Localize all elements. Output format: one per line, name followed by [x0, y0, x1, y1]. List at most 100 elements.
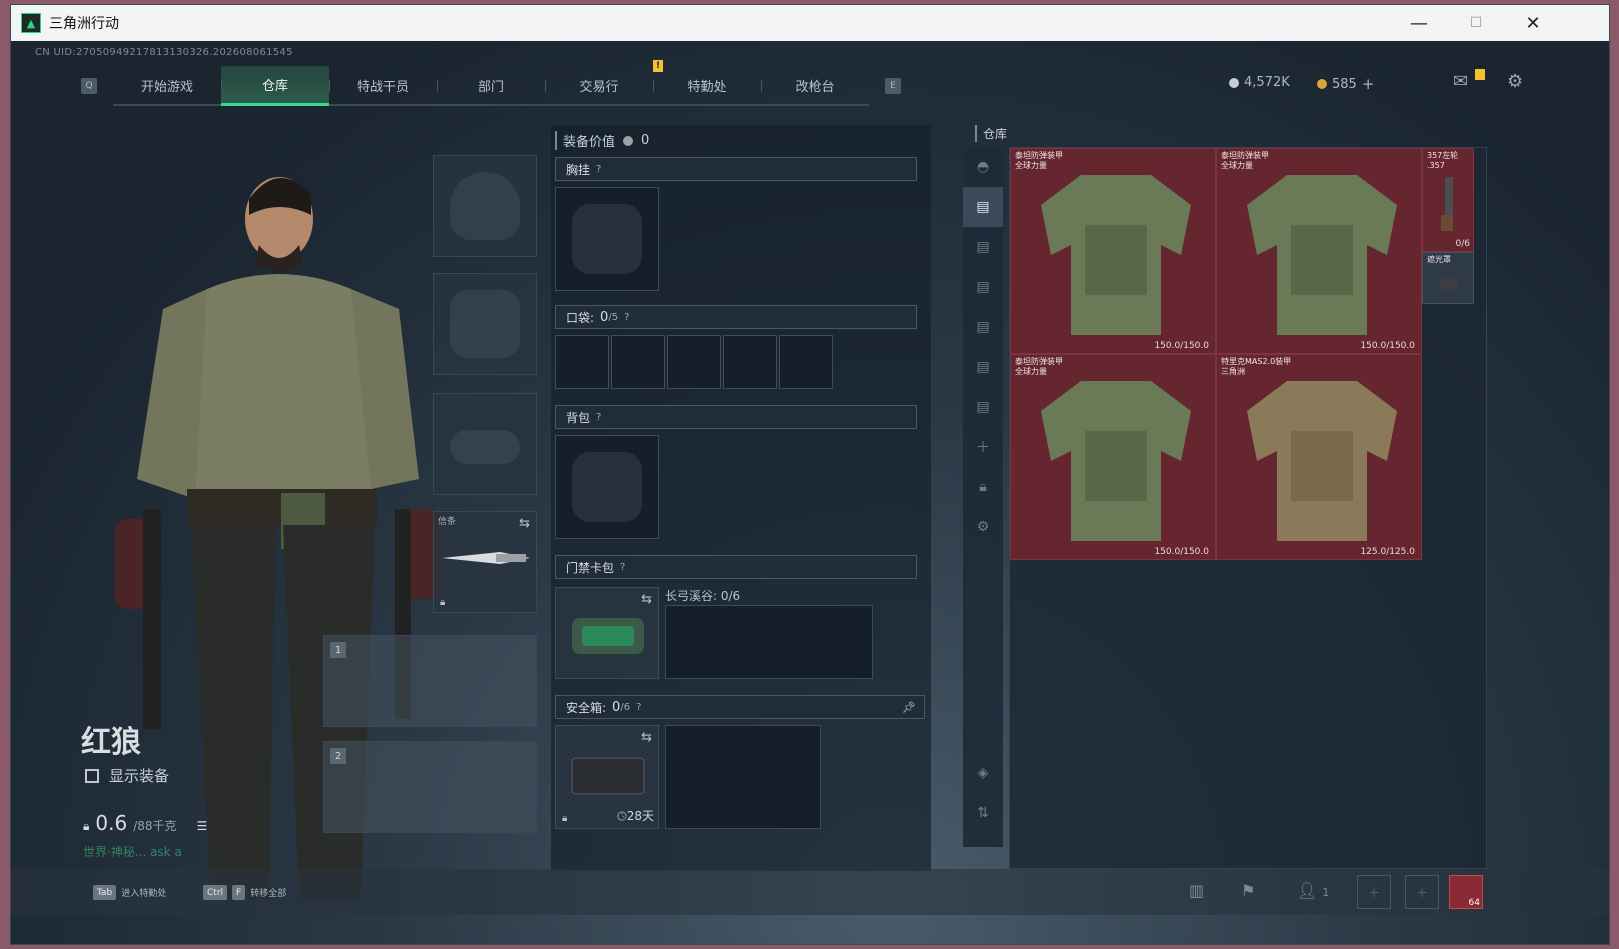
primary-weapon-slot[interactable]: 1: [323, 635, 537, 727]
squad-count: 1: [1322, 886, 1330, 899]
silver-coin-icon: [1229, 77, 1239, 88]
pocket-slot[interactable]: [723, 335, 777, 389]
add-teammate-button[interactable]: ＋: [1357, 875, 1391, 909]
keycard-grid[interactable]: [665, 605, 873, 679]
tab-warehouse[interactable]: 仓库: [221, 66, 329, 106]
show-equipment-label: 显示装备: [109, 767, 170, 785]
mail-badge: [1475, 69, 1485, 80]
chest-rig-help[interactable]: ?: [596, 164, 601, 175]
close-button[interactable]: ✕: [1504, 5, 1562, 41]
swap-icon[interactable]: ⇆: [641, 592, 652, 607]
pockets-count: 0: [600, 309, 609, 325]
mail-icon[interactable]: ✉: [1453, 71, 1468, 92]
add-currency-button[interactable]: +: [1362, 75, 1375, 93]
tab-hint[interactable]: Tab 进入特勤处: [93, 885, 166, 900]
safebox-case[interactable]: ⇆ 🔒︎ 🕓︎28天: [555, 725, 659, 829]
add-storage-icon[interactable]: ＋: [963, 427, 1003, 467]
safebox-max: /6: [620, 701, 631, 713]
slot-number-1: 1: [330, 642, 346, 658]
bottom-bar: Tab 进入特勤处 Ctrl F 转移全部 ▥ ⚑ 👤︎ 1 ＋ ＋ 64: [11, 869, 1609, 915]
tab-operators[interactable]: 特战干员: [329, 66, 437, 104]
keycard-help[interactable]: ?: [620, 562, 625, 573]
pin-icon[interactable]: 📌︎: [902, 701, 916, 714]
storage-tab-icon[interactable]: ▤: [963, 387, 1003, 427]
gear-icon[interactable]: ⚙: [963, 507, 1003, 547]
warehouse-title: 仓库: [975, 125, 1007, 142]
keycard-case[interactable]: ⇆: [555, 587, 659, 679]
pistol-slot[interactable]: [433, 393, 537, 495]
operator-name: 红狼: [81, 725, 141, 760]
safebox-label: 安全箱:: [566, 700, 607, 715]
tab-special-ops[interactable]: 特勤处!: [653, 60, 761, 104]
muzzle-icon: [1439, 277, 1459, 291]
tab-start-game[interactable]: 开始游戏: [113, 66, 221, 104]
stats-chart-icon[interactable]: ▥: [1189, 881, 1204, 900]
add-teammate-button[interactable]: ＋: [1405, 875, 1439, 909]
tab-gunsmith[interactable]: 改枪台: [761, 66, 869, 104]
storage-tab-icon[interactable]: ▤: [963, 307, 1003, 347]
warehouse-panel: 仓库 ◓ ▤ ▤ ▤ ▤ ▤ ▤ ＋ 🔒︎ ⚙ ◈ ⇅ 泰坦防弹装甲 全球力量 …: [963, 125, 1495, 871]
list-icon[interactable]: ☰: [197, 819, 208, 833]
layers-icon[interactable]: ◈: [963, 753, 1003, 793]
warehouse-item[interactable]: 泰坦防弹装甲 全球力量 150.0/150.0: [1216, 148, 1422, 354]
secondary-weapon-slot[interactable]: 2: [323, 741, 537, 833]
storage-tab-icon[interactable]: ▤: [963, 227, 1003, 267]
player-avatar[interactable]: 64: [1449, 875, 1483, 909]
tab-trading[interactable]: 交易行: [545, 66, 653, 104]
armor-category-icon[interactable]: ▤: [963, 187, 1003, 227]
storage-tab-icon[interactable]: ▤: [963, 347, 1003, 387]
storage-tab-icon[interactable]: ▤: [963, 267, 1003, 307]
pockets-label: 口袋:: [566, 310, 595, 325]
pocket-slot[interactable]: [555, 335, 609, 389]
warehouse-item[interactable]: 357左轮 .357 0/6: [1422, 148, 1474, 252]
helmet-slot[interactable]: [433, 155, 537, 257]
armor-vest-icon: [1247, 175, 1397, 335]
warehouse-item[interactable]: 泰坦防弹装甲 全球力量 150.0/150.0: [1010, 148, 1216, 354]
chest-rig-placeholder-icon: [572, 204, 642, 274]
melee-slot[interactable]: 信条 ⇆ 🔒︎: [433, 511, 537, 613]
sort-icon[interactable]: ⇅: [963, 793, 1003, 833]
pocket-slot[interactable]: [667, 335, 721, 389]
minimize-button[interactable]: —: [1390, 5, 1448, 41]
keycard-header: 门禁卡包 ?: [555, 555, 917, 579]
backpack-slot[interactable]: [555, 435, 659, 539]
armor-vest-icon: [1041, 175, 1191, 335]
lock-icon[interactable]: 🔒︎: [963, 467, 1003, 507]
safebox-count: 0: [612, 699, 621, 715]
item-durability: 125.0/125.0: [1360, 547, 1415, 557]
weight-value: 0.6: [95, 811, 128, 835]
keycard-case-icon: [572, 618, 644, 654]
pocket-slot[interactable]: [779, 335, 833, 389]
nav-next-key[interactable]: E: [885, 78, 901, 94]
chest-rig-header: 胸挂 ?: [555, 157, 917, 181]
safebox-help[interactable]: ?: [636, 702, 641, 713]
nav-prev-key[interactable]: Q: [81, 78, 97, 94]
gold-currency: 585 +: [1317, 75, 1374, 93]
settings-gear-icon[interactable]: ⚙: [1507, 71, 1523, 92]
transfer-all-hint[interactable]: Ctrl F 转移全部: [203, 885, 286, 900]
window-title: 三角洲行动: [49, 16, 119, 32]
pocket-slot[interactable]: [611, 335, 665, 389]
swap-icon[interactable]: ⇆: [519, 516, 530, 531]
backpack-placeholder-icon: [572, 452, 642, 522]
warehouse-item[interactable]: 泰坦防弹装甲 全球力量 150.0/150.0: [1010, 354, 1216, 560]
helmet-category-icon[interactable]: ◓: [963, 147, 1003, 187]
safebox-grid[interactable]: [665, 725, 821, 829]
pockets-help[interactable]: ?: [624, 312, 629, 323]
backpack-help[interactable]: ?: [596, 412, 601, 423]
silver-currency: 4,572K: [1229, 75, 1290, 90]
show-equipment-checkbox[interactable]: [85, 768, 99, 783]
warehouse-item[interactable]: 遮光罩: [1422, 252, 1474, 304]
app-logo-icon: ▲: [21, 13, 41, 33]
armor-slot[interactable]: [433, 273, 537, 375]
squad-icon[interactable]: 👤︎ 1: [1297, 881, 1329, 900]
tab-special-ops-label: 特勤处: [687, 79, 727, 95]
maximize-button[interactable]: ☐: [1447, 5, 1505, 41]
swap-icon[interactable]: ⇆: [641, 730, 652, 745]
chest-rig-slot[interactable]: [555, 187, 659, 291]
helmet-placeholder-icon: [450, 172, 520, 240]
tab-department[interactable]: 部门: [437, 66, 545, 104]
warehouse-item[interactable]: 特里克MAS2.0装甲 三角洲 125.0/125.0: [1216, 354, 1422, 560]
flag-icon[interactable]: ⚑: [1241, 881, 1255, 900]
show-equipment-toggle[interactable]: 显示装备: [85, 765, 169, 786]
